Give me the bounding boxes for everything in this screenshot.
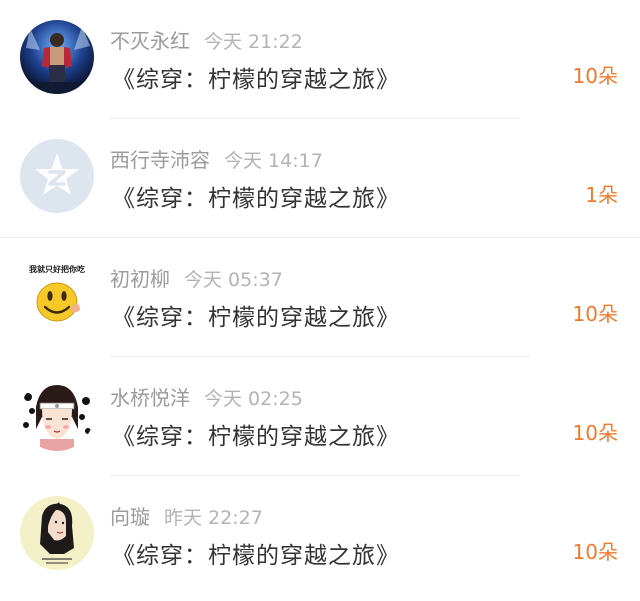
list-item[interactable]: 水桥悦洋 今天 02:25 《综穿：柠檬的穿越之旅》 10朵 bbox=[0, 357, 640, 476]
flower-count: 10朵 bbox=[572, 540, 618, 564]
user-name[interactable]: 水桥悦洋 bbox=[110, 386, 190, 410]
list-item[interactable]: 我就只好把你吃 初初柳 今天 05:37 《综穿：柠檬的穿越之旅》 10朵 bbox=[0, 238, 640, 357]
cartoon-girl-avatar-icon[interactable] bbox=[20, 377, 94, 451]
user-line: 水桥悦洋 今天 02:25 bbox=[110, 383, 303, 413]
book-title[interactable]: 《综穿：柠檬的穿越之旅》 bbox=[112, 536, 400, 570]
list-item[interactable]: 西行寺沛容 今天 14:17 《综穿：柠檬的穿越之旅》 1朵 bbox=[0, 119, 640, 238]
default-star-avatar-icon[interactable] bbox=[20, 139, 94, 213]
timestamp: 今天 14:17 bbox=[224, 150, 323, 172]
book-title[interactable]: 《综穿：柠檬的穿越之旅》 bbox=[112, 179, 400, 213]
flower-count: 10朵 bbox=[572, 64, 618, 88]
user-line: 西行寺沛容 今天 14:17 bbox=[110, 145, 323, 175]
user-line: 向璇 昨天 22:27 bbox=[110, 502, 263, 532]
list-item[interactable]: 不灭永红 今天 21:22 《综穿：柠檬的穿越之旅》 10朵 bbox=[0, 0, 640, 119]
timestamp: 昨天 22:27 bbox=[164, 507, 263, 529]
flower-gift-list: 不灭永红 今天 21:22 《综穿：柠檬的穿越之旅》 10朵 西行寺沛容 今天 14… bbox=[0, 0, 640, 601]
book-title[interactable]: 《综穿：柠檬的穿越之旅》 bbox=[112, 60, 400, 94]
timestamp: 今天 02:25 bbox=[204, 388, 303, 410]
list-item[interactable]: 向璇 昨天 22:27 《综穿：柠檬的穿越之旅》 10朵 bbox=[0, 476, 640, 595]
timestamp: 今天 21:22 bbox=[204, 31, 303, 53]
flower-count: 10朵 bbox=[572, 421, 618, 445]
flower-count: 1朵 bbox=[585, 183, 618, 207]
performer-avatar-icon[interactable] bbox=[20, 20, 94, 94]
book-title[interactable]: 《综穿：柠檬的穿越之旅》 bbox=[112, 298, 400, 332]
avatar-caption: 我就只好把你吃 bbox=[29, 264, 85, 274]
girl-portrait-avatar-icon[interactable] bbox=[20, 496, 94, 570]
flower-count: 10朵 bbox=[572, 302, 618, 326]
user-name[interactable]: 向璇 bbox=[110, 505, 150, 529]
user-name[interactable]: 西行寺沛容 bbox=[110, 148, 210, 172]
user-name[interactable]: 不灭永红 bbox=[110, 29, 190, 53]
user-line: 初初柳 今天 05:37 bbox=[110, 264, 283, 294]
user-name[interactable]: 初初柳 bbox=[110, 267, 170, 291]
user-line: 不灭永红 今天 21:22 bbox=[110, 26, 303, 56]
book-title[interactable]: 《综穿：柠檬的穿越之旅》 bbox=[112, 417, 400, 451]
timestamp: 今天 05:37 bbox=[184, 269, 283, 291]
smiley-avatar-icon[interactable]: 我就只好把你吃 bbox=[20, 258, 94, 332]
